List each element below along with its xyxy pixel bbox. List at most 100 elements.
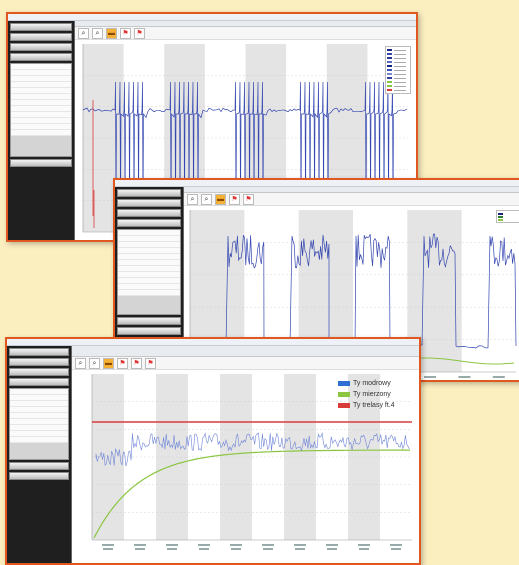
flag-icon[interactable]: ⚑	[131, 357, 142, 369]
zoom-out-icon[interactable]: ⌕	[92, 27, 103, 39]
legend-swatch	[498, 218, 503, 221]
title-bar	[7, 339, 419, 346]
legend-label: Ty trelasy ft.4	[353, 402, 395, 409]
sidebar-section[interactable]	[9, 378, 69, 386]
list-item[interactable]	[10, 437, 68, 443]
tick-label	[327, 548, 337, 550]
flag-icon[interactable]: ⚑	[120, 27, 131, 39]
legend-label	[394, 73, 406, 75]
tick-label	[167, 548, 177, 550]
sidebar-section[interactable]	[9, 368, 69, 376]
legend-swatch	[387, 65, 392, 67]
sidebar-section[interactable]	[117, 199, 181, 207]
sidebar-section[interactable]	[117, 327, 181, 335]
tick-label	[390, 544, 402, 546]
legend-label	[394, 61, 406, 63]
legend-swatch	[387, 77, 392, 79]
plot-area[interactable]: Ty modrowy Ty mierzony Ty trelasy ft.4	[72, 370, 419, 563]
legend	[385, 46, 411, 94]
sidebar-section[interactable]	[117, 317, 181, 325]
legend-label	[394, 85, 406, 87]
sidebar	[8, 21, 75, 240]
title-bar	[115, 180, 519, 187]
sidebar	[7, 346, 72, 563]
legend-item: Ty modrowy	[338, 378, 395, 389]
tick-label	[326, 544, 338, 546]
tick-label	[231, 548, 241, 550]
legend-swatch	[387, 61, 392, 63]
main-area: ⌕ ⌕ ▬ ⚑ ⚑ ⚑ Ty modrowy Ty mierzony Ty tr…	[72, 346, 419, 563]
tick-label	[492, 376, 505, 378]
tick-label	[199, 548, 209, 550]
tick-label	[198, 544, 210, 546]
tick-label	[166, 544, 178, 546]
folder-icon[interactable]: ▬	[215, 193, 226, 205]
tick-label	[391, 548, 401, 550]
legend-label	[394, 57, 406, 59]
sidebar-section[interactable]	[9, 462, 69, 470]
list-item[interactable]	[11, 130, 71, 136]
legend	[496, 210, 519, 223]
legend-item: Ty trelasy ft.4	[338, 400, 395, 411]
title-bar	[8, 14, 416, 21]
tick-label	[135, 548, 145, 550]
toolbar: ⌕ ⌕ ▬ ⚑ ⚑	[184, 193, 519, 206]
legend-label	[394, 65, 406, 67]
zoom-in-icon[interactable]: ⌕	[187, 193, 198, 205]
sidebar-header[interactable]	[10, 23, 72, 31]
sidebar-section[interactable]	[10, 43, 72, 51]
flag-icon[interactable]: ⚑	[229, 193, 240, 205]
sidebar-section[interactable]	[10, 159, 72, 167]
legend-swatch	[387, 49, 392, 51]
legend-swatch	[387, 89, 392, 91]
tick-label	[102, 544, 114, 546]
legend-swatch	[387, 85, 392, 87]
sidebar-section[interactable]	[117, 219, 181, 227]
tick-label	[134, 544, 146, 546]
sidebar-channel-panel	[117, 229, 181, 315]
legend-swatch	[498, 212, 503, 215]
sidebar-channel-panel	[10, 63, 72, 157]
legend-item	[498, 218, 518, 221]
legend-swatch	[387, 81, 392, 83]
folder-icon[interactable]: ▬	[103, 357, 114, 369]
legend-swatch	[338, 403, 350, 408]
toolbar: ⌕ ⌕ ▬ ⚑ ⚑ ⚑	[72, 357, 419, 370]
flag-icon[interactable]: ⚑	[117, 357, 128, 369]
legend-item: Ty mierzony	[338, 389, 395, 400]
sidebar-section[interactable]	[9, 358, 69, 366]
sidebar-section[interactable]	[117, 209, 181, 217]
legend-swatch	[338, 381, 350, 386]
zoom-in-icon[interactable]: ⌕	[75, 357, 86, 369]
sidebar-header[interactable]	[117, 189, 181, 197]
legend-swatch	[387, 73, 392, 75]
legend-label	[394, 49, 406, 51]
sidebar-section[interactable]	[10, 53, 72, 61]
legend-swatch	[387, 53, 392, 55]
tick-label	[294, 544, 306, 546]
tick-label	[230, 544, 242, 546]
zoom-out-icon[interactable]: ⌕	[201, 193, 212, 205]
sidebar-section[interactable]	[10, 33, 72, 41]
list-item[interactable]	[118, 290, 180, 296]
folder-icon[interactable]: ▬	[106, 27, 117, 39]
legend-label	[394, 53, 406, 55]
legend-label	[394, 69, 406, 71]
flag-icon[interactable]: ⚑	[134, 27, 145, 39]
flag-icon[interactable]: ⚑	[145, 357, 156, 369]
legend-swatch	[387, 69, 392, 71]
tick-label	[262, 544, 274, 546]
legend-label	[394, 77, 406, 79]
legend-swatch	[498, 215, 503, 218]
sidebar-section[interactable]	[9, 472, 69, 480]
tick-label	[359, 548, 369, 550]
tick-label	[263, 548, 273, 550]
tick-label	[103, 548, 113, 550]
legend-label: Ty mierzony	[353, 391, 391, 398]
zoom-in-icon[interactable]: ⌕	[78, 27, 89, 39]
sidebar-header[interactable]	[9, 348, 69, 356]
flag-icon[interactable]: ⚑	[243, 193, 254, 205]
zoom-out-icon[interactable]: ⌕	[89, 357, 100, 369]
legend-swatch	[338, 392, 350, 397]
tab-strip[interactable]	[72, 346, 419, 357]
